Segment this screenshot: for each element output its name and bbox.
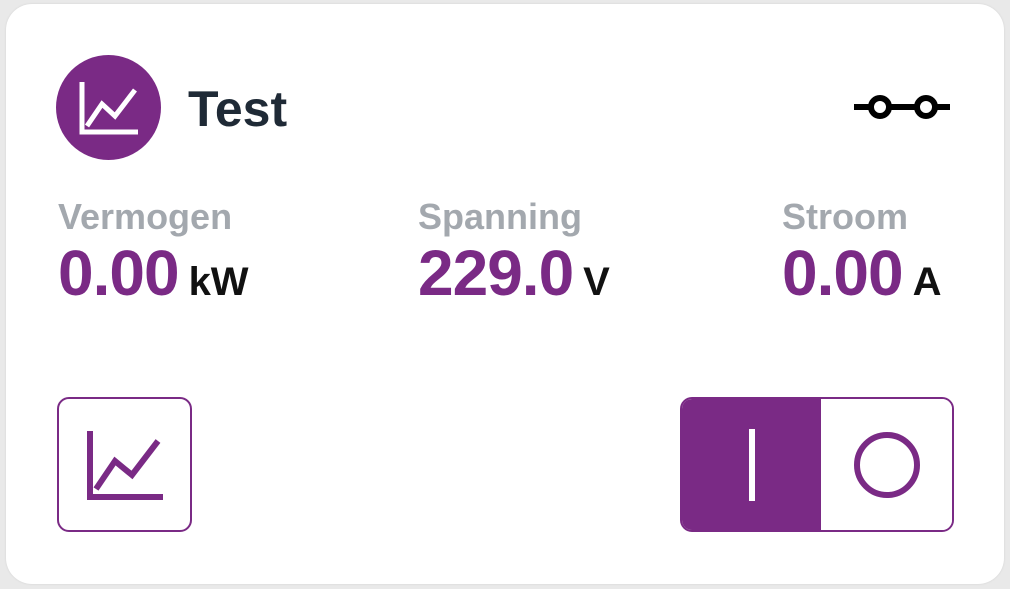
- metric-vermogen: Vermogen 0.00 kW: [58, 196, 249, 306]
- metric-unit: V: [583, 260, 610, 304]
- metric-label: Vermogen: [58, 196, 233, 237]
- metric-label: Stroom: [782, 196, 908, 237]
- power-off-button[interactable]: [821, 399, 952, 530]
- metric-value: 229.0: [418, 237, 574, 309]
- power-toggle[interactable]: [680, 397, 954, 532]
- chart-line-icon: [79, 81, 138, 134]
- metric-unit: kW: [188, 260, 249, 304]
- device-card: Test Vermogen 0.00 kW Spanning 229.0 V Str…: [6, 4, 1004, 584]
- power-on-button[interactable]: [682, 399, 821, 530]
- device-title: Test: [188, 81, 288, 137]
- chart-line-icon: [86, 430, 163, 500]
- metric-spanning: Spanning 229.0 V: [418, 196, 610, 306]
- link-connection-icon: [854, 95, 950, 119]
- metric-label: Spanning: [418, 196, 582, 237]
- history-chart-button[interactable]: [57, 397, 192, 532]
- metric-stroom: Stroom 0.00 A: [782, 196, 942, 306]
- power-off-icon: [853, 431, 920, 498]
- metric-value: 0.00: [782, 237, 904, 309]
- device-avatar: [56, 55, 161, 160]
- metric-unit: A: [912, 260, 942, 304]
- metric-value: 0.00: [58, 237, 180, 309]
- power-on-icon: [748, 428, 755, 501]
